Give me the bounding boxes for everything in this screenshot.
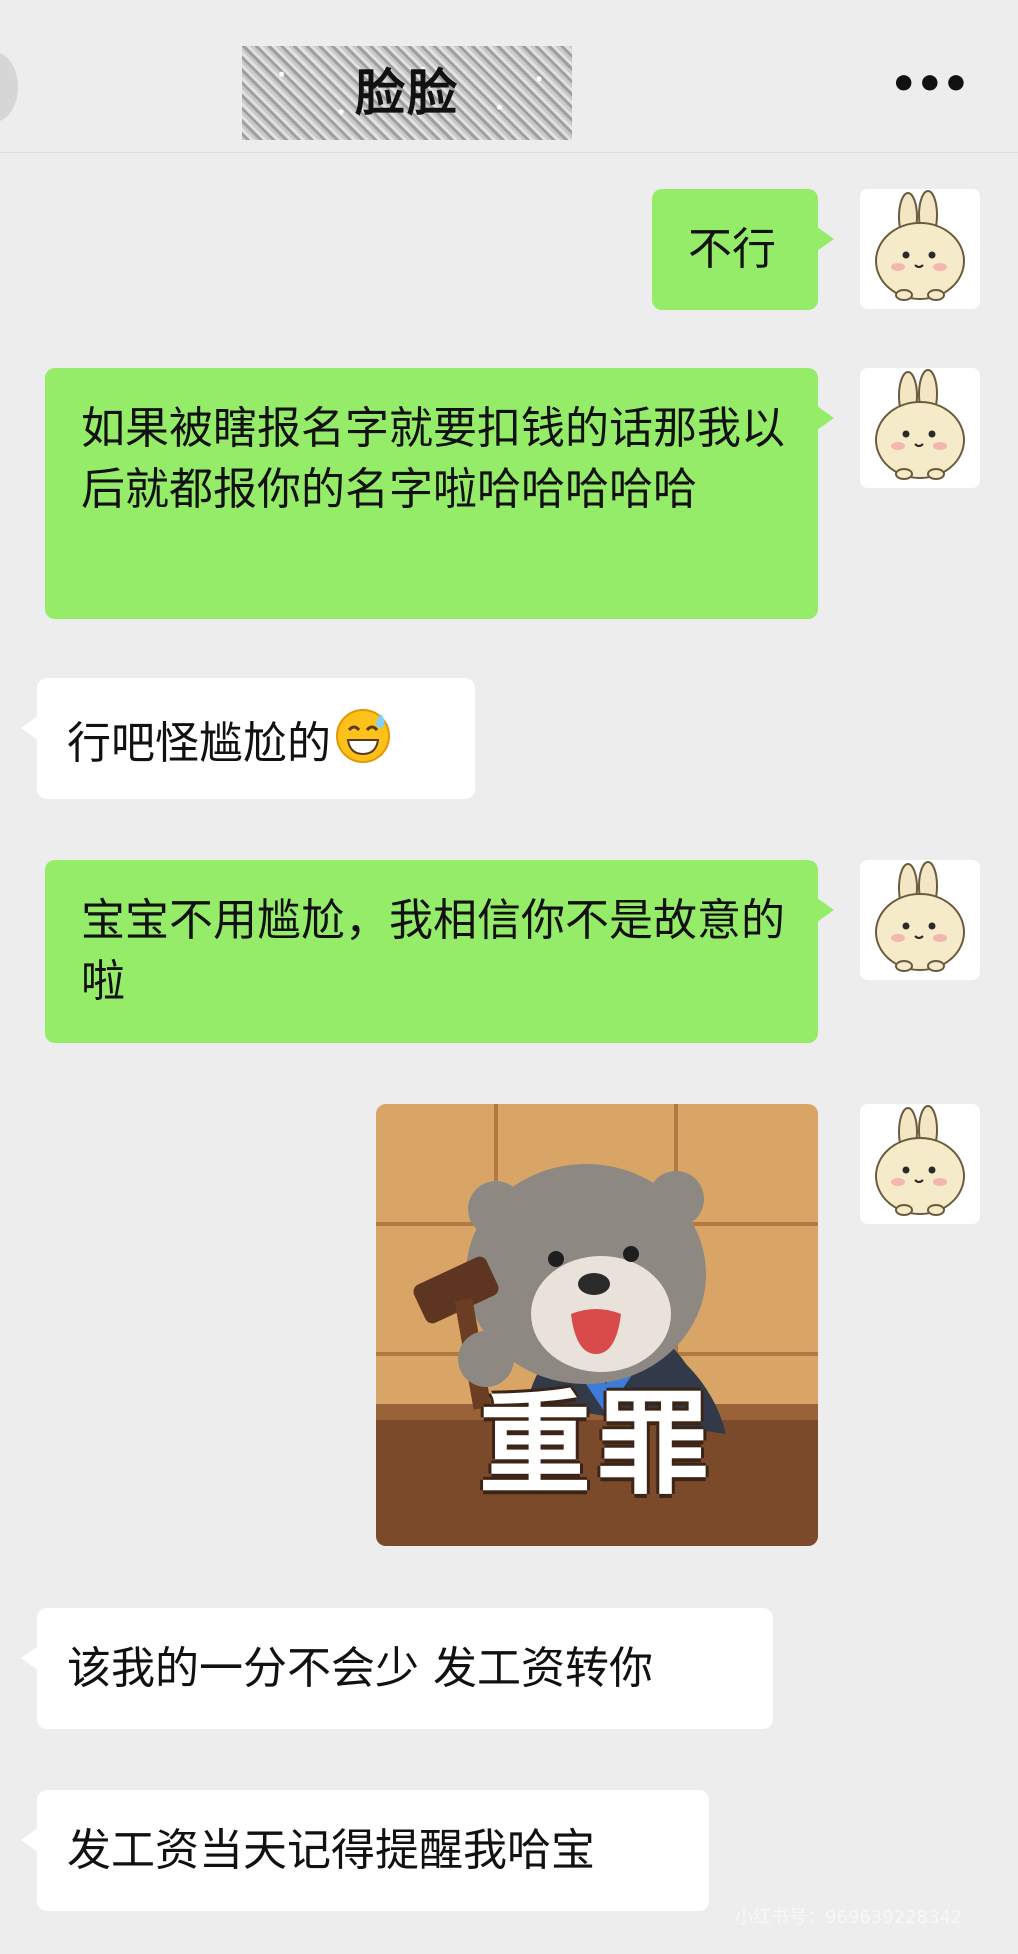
- message-text: 如果被瞎报名字就要扣钱的话那我以后就都报你的名字啦哈哈哈哈哈: [81, 403, 785, 515]
- chat-title: 脸脸: [355, 64, 459, 122]
- message-text: 宝宝不用尴尬，我相信你不是故意的啦: [81, 895, 785, 1007]
- message-text: 发工资当天记得提醒我哈宝: [67, 1825, 595, 1876]
- message-bubble-sent[interactable]: 宝宝不用尴尬，我相信你不是故意的啦: [45, 860, 834, 1043]
- message-bubble-received[interactable]: 该我的一分不会少 发工资转你: [21, 1608, 773, 1729]
- avatar[interactable]: [860, 368, 980, 488]
- watermark: 小红书号：969639228342: [735, 1907, 963, 1928]
- message-bubble-received[interactable]: 行吧怪尴尬的: [21, 678, 475, 799]
- message-bubble-sent[interactable]: 如果被瞎报名字就要扣钱的话那我以后就都报你的名字啦哈哈哈哈哈: [45, 368, 834, 619]
- grinning-sweat-emoji: [335, 708, 391, 780]
- rabbit-avatar-icon: [860, 860, 980, 980]
- message-bubble-sent[interactable]: 不行: [652, 189, 834, 310]
- message-text: 行吧怪尴尬的: [67, 718, 331, 769]
- message-bubble-received[interactable]: 发工资当天记得提醒我哈宝: [21, 1790, 709, 1911]
- avatar[interactable]: [860, 1104, 980, 1224]
- avatar[interactable]: [860, 860, 980, 980]
- ellipsis-icon[interactable]: •••: [890, 63, 970, 107]
- message-text: 该我的一分不会少 发工资转你: [67, 1643, 653, 1694]
- sticker-caption: 重罪: [479, 1380, 715, 1510]
- rabbit-avatar-icon: [860, 368, 980, 488]
- back-button[interactable]: [0, 52, 18, 122]
- rabbit-avatar-icon: [860, 189, 980, 309]
- chat-header: 脸脸 •••: [0, 0, 1018, 153]
- rabbit-avatar-icon: [860, 1104, 980, 1224]
- message-text: 不行: [688, 224, 776, 275]
- avatar[interactable]: [860, 189, 980, 309]
- judge-bear-sticker[interactable]: 重罪: [376, 1104, 818, 1546]
